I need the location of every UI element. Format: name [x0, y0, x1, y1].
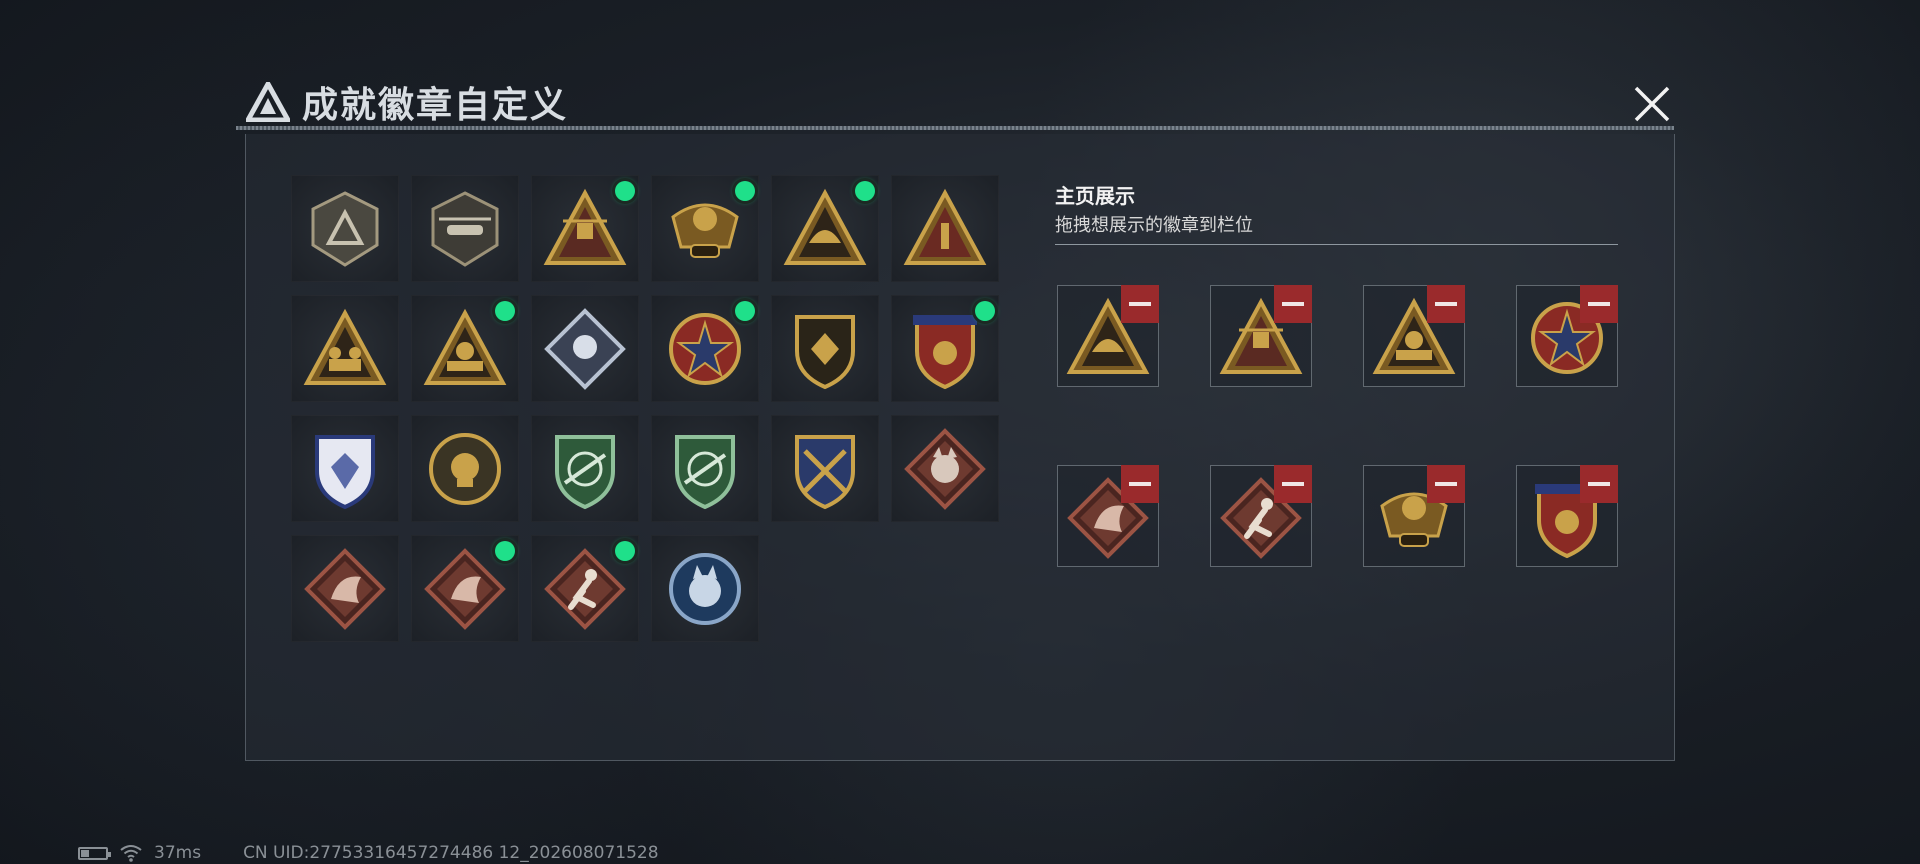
badge-cell[interactable]: [771, 175, 879, 282]
runner-diamond-badge-icon: [544, 548, 626, 630]
winged-crest-ribbon-badge-icon: [913, 315, 977, 390]
badge-cell[interactable]: [651, 175, 759, 282]
remove-badge-button[interactable]: [1274, 285, 1312, 323]
remove-badge-button[interactable]: [1580, 285, 1618, 323]
new-indicator-dot: [735, 181, 755, 201]
minus-icon: [1588, 482, 1610, 486]
minus-icon: [1588, 302, 1610, 306]
new-indicator-dot: [615, 181, 635, 201]
badge-cell[interactable]: [411, 295, 519, 402]
badge-cell[interactable]: [531, 175, 639, 282]
blue-crystal-shield-badge-icon: [315, 435, 375, 510]
badge-cell[interactable]: [411, 415, 519, 522]
badge-cell[interactable]: [891, 295, 999, 402]
minus-icon: [1282, 302, 1304, 306]
battery-icon: [78, 846, 111, 860]
gold-emblem-shield-badge-icon: [795, 315, 855, 390]
minus-icon: [1435, 482, 1457, 486]
header-divider: [236, 126, 1674, 130]
new-indicator-dot: [495, 301, 515, 321]
new-indicator-dot: [735, 301, 755, 321]
remove-badge-button[interactable]: [1427, 285, 1465, 323]
badge-cell[interactable]: [891, 415, 999, 522]
soldiers-triangle-badge-icon: [303, 308, 387, 385]
display-slot[interactable]: [1516, 285, 1618, 387]
remove-badge-button[interactable]: [1274, 465, 1312, 503]
beast-soldiers-triangle-badge-icon: [423, 308, 507, 385]
badge-cell[interactable]: [531, 535, 639, 642]
gold-s9-triangle-badge-icon: [543, 188, 627, 265]
display-section-title: 主页展示: [1055, 184, 1135, 208]
badge-cell[interactable]: [291, 535, 399, 642]
triangle-logo-shield-badge-icon: [311, 191, 379, 267]
badge-cell[interactable]: [651, 535, 759, 642]
star-cross-circle-badge-icon: [669, 313, 741, 385]
gold-eagle-s18-badge-icon: [671, 203, 739, 258]
new-indicator-dot: [975, 301, 995, 321]
dragon-diamond-badge-icon: [304, 548, 386, 630]
gold-dome-triangle-badge-icon: [783, 188, 867, 265]
page-title: 成就徽章自定义: [302, 85, 569, 126]
game-logo-icon: [246, 82, 290, 122]
badge-cell[interactable]: [291, 175, 399, 282]
display-slot[interactable]: [1363, 285, 1465, 387]
green-rifle-crosshair-badge-icon: [555, 435, 615, 510]
display-slot[interactable]: [1516, 465, 1618, 567]
status-bar: 37ms CN UID:27753316457274486 12_2026080…: [78, 843, 659, 863]
helicopter-shield-badge-icon: [431, 191, 499, 267]
badge-cell[interactable]: [651, 295, 759, 402]
display-section-subtitle: 拖拽想展示的徽章到栏位: [1055, 215, 1253, 236]
minus-icon: [1282, 482, 1304, 486]
blue-wolf-circle-badge-icon: [669, 553, 741, 625]
badge-cell[interactable]: [411, 175, 519, 282]
uid-text: CN UID:27753316457274486 12_202608071528: [243, 843, 659, 863]
gold-number-one-triangle-badge-icon: [903, 188, 987, 265]
new-indicator-dot: [855, 181, 875, 201]
remove-badge-button[interactable]: [1427, 465, 1465, 503]
minus-icon: [1435, 302, 1457, 306]
display-slot[interactable]: [1363, 465, 1465, 567]
new-indicator-dot: [495, 541, 515, 561]
dragon-diamond-badge-2-icon: [424, 548, 506, 630]
badge-cell[interactable]: [531, 295, 639, 402]
green-rifle-crosshair-badge-2-icon: [675, 435, 735, 510]
blue-gold-crossed-rifles-badge-icon: [795, 435, 855, 510]
close-icon[interactable]: [1628, 80, 1676, 128]
remove-badge-button[interactable]: [1121, 465, 1159, 503]
wolf-diamond-badge-icon: [904, 428, 986, 510]
display-slot[interactable]: [1057, 465, 1159, 567]
remove-badge-button[interactable]: [1580, 465, 1618, 503]
badge-cell[interactable]: [291, 295, 399, 402]
gold-skull-circle-badge-icon: [429, 433, 501, 505]
new-indicator-dot: [615, 541, 635, 561]
silver-fist-diamond-badge-icon: [544, 308, 626, 390]
badge-cell[interactable]: [651, 415, 759, 522]
display-slot[interactable]: [1210, 285, 1312, 387]
minus-icon: [1129, 482, 1151, 486]
minus-icon: [1129, 302, 1151, 306]
section-divider: [1055, 244, 1618, 245]
badge-cell[interactable]: [411, 535, 519, 642]
title-bar: 成就徽章自定义: [246, 80, 568, 126]
badge-cell[interactable]: [771, 415, 879, 522]
display-slot[interactable]: [1210, 465, 1312, 567]
display-slot[interactable]: [1057, 285, 1159, 387]
ping-text: 37ms: [154, 843, 202, 863]
remove-badge-button[interactable]: [1121, 285, 1159, 323]
wifi-icon: [120, 845, 142, 862]
badge-cell[interactable]: [771, 295, 879, 402]
badge-cell[interactable]: [531, 415, 639, 522]
badge-cell[interactable]: [291, 415, 399, 522]
badge-cell[interactable]: [891, 175, 999, 282]
